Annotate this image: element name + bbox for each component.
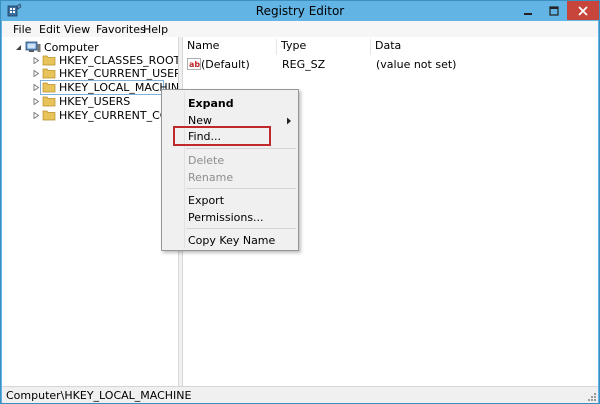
close-button[interactable]: [567, 1, 599, 20]
menu-file[interactable]: File: [13, 23, 31, 36]
expand-arrow-icon[interactable]: [33, 98, 40, 105]
expand-arrow-icon[interactable]: [33, 84, 40, 91]
expand-arrow-icon[interactable]: [33, 57, 40, 64]
title-bar[interactable]: Registry Editor: [1, 1, 599, 21]
tree-item-hkey-users[interactable]: HKEY_USERS: [33, 95, 178, 108]
main-content: Computer HKEY_CLASSES_ROOT HKEY_CURRENT_…: [2, 37, 598, 386]
value-data-cell: (value not set): [376, 58, 457, 71]
menu-separator: [186, 148, 296, 149]
minimize-icon: [524, 12, 532, 15]
expand-arrow-icon[interactable]: [33, 112, 40, 119]
tree-item-hkey-classes-root[interactable]: HKEY_CLASSES_ROOT: [33, 54, 181, 67]
menu-item-rename: Rename: [188, 171, 234, 184]
menu-item-find[interactable]: Find...: [188, 130, 221, 143]
computer-icon: [25, 41, 41, 52]
menu-item-delete: Delete: [188, 154, 225, 167]
menu-item-export[interactable]: Export: [188, 194, 224, 207]
tree-label: HKEY_CURRENT_USER: [59, 67, 182, 80]
folder-icon: [42, 55, 56, 66]
value-type-cell: REG_SZ: [282, 58, 326, 71]
key-tree-pane[interactable]: Computer HKEY_CLASSES_ROOT HKEY_CURRENT_…: [2, 37, 186, 386]
value-name-cell: (Default): [201, 58, 250, 71]
menu-gutter: [184, 92, 185, 248]
maximize-icon: [549, 5, 559, 16]
menu-separator: [186, 228, 296, 229]
minimize-button[interactable]: [515, 1, 541, 20]
maximize-button[interactable]: [541, 1, 567, 20]
context-menu: Expand New Find... Delete Rename Export …: [161, 89, 299, 251]
status-path: Computer\HKEY_LOCAL_MACHINE: [6, 389, 192, 402]
menu-item-copy-key-name[interactable]: Copy Key Name: [188, 234, 275, 247]
resize-grip-icon[interactable]: [586, 391, 596, 401]
column-header-type[interactable]: Type: [277, 39, 371, 55]
menu-view[interactable]: View: [64, 23, 90, 36]
folder-icon: [42, 82, 56, 93]
tree-item-hkey-local-machine[interactable]: HKEY_LOCAL_MACHINE: [33, 80, 186, 95]
submenu-arrow-icon: [287, 117, 291, 125]
collapse-arrow-icon[interactable]: [15, 44, 22, 51]
string-value-icon: ab: [187, 58, 201, 70]
tree-item-computer[interactable]: Computer: [15, 41, 175, 54]
menu-favorites[interactable]: Favorites: [96, 23, 146, 36]
status-bar: Computer\HKEY_LOCAL_MACHINE: [2, 386, 598, 403]
folder-icon: [42, 110, 56, 121]
folder-icon: [42, 96, 56, 107]
close-icon: [578, 5, 588, 16]
folder-icon: [42, 68, 56, 79]
menu-separator: [186, 188, 296, 189]
menu-help[interactable]: Help: [143, 23, 168, 36]
menu-item-permissions[interactable]: Permissions...: [188, 211, 264, 224]
table-row[interactable]: ab (Default) REG_SZ (value not set): [187, 58, 597, 72]
column-header-name[interactable]: Name: [183, 39, 277, 55]
tree-label-computer: Computer: [44, 41, 99, 54]
svg-text:ab: ab: [189, 60, 200, 69]
menu-bar: File Edit View Favorites Help: [2, 21, 598, 37]
expand-arrow-icon[interactable]: [33, 70, 40, 77]
tree-item-hkey-current-config[interactable]: HKEY_CURRENT_CONFIG: [33, 109, 178, 122]
menu-item-expand[interactable]: Expand: [188, 97, 234, 110]
window-title: Registry Editor: [255, 4, 345, 18]
menu-edit[interactable]: Edit: [39, 23, 60, 36]
column-header-data[interactable]: Data: [371, 39, 597, 55]
tree-label: HKEY_USERS: [59, 95, 131, 108]
registry-editor-window: Registry Editor File Edit View Favorites…: [0, 0, 600, 404]
tree-label: HKEY_CLASSES_ROOT: [59, 54, 181, 67]
tree-item-hkey-current-user[interactable]: HKEY_CURRENT_USER: [33, 67, 182, 80]
